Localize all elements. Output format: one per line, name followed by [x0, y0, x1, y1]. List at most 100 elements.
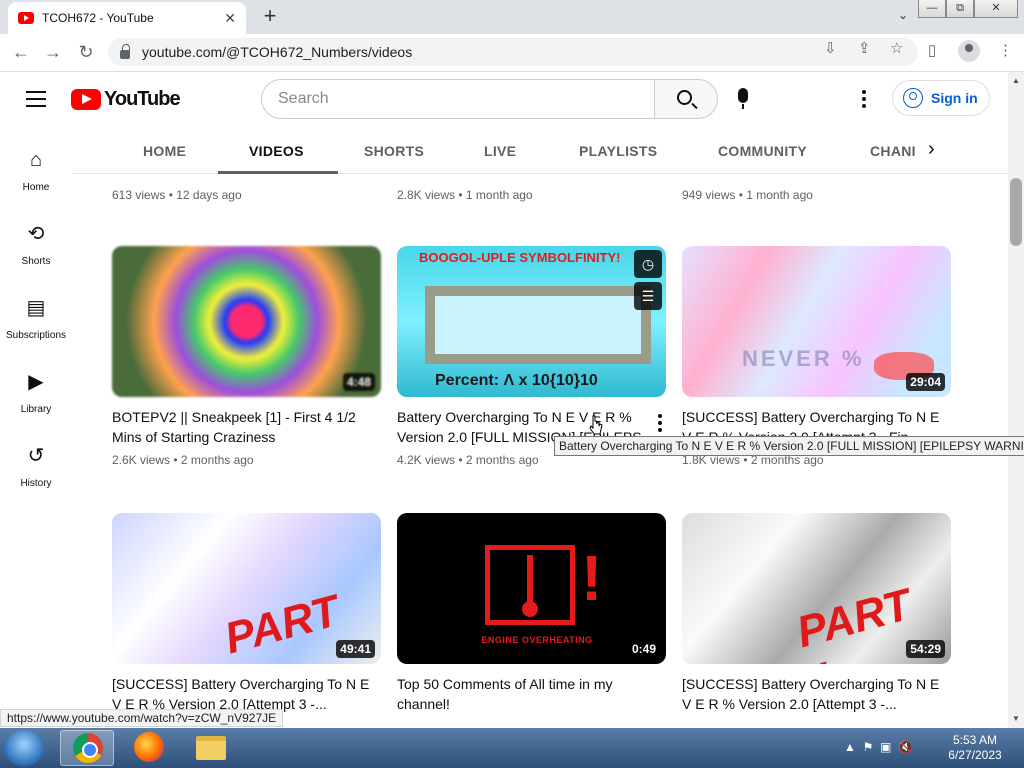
duration-badge: 4:48 [342, 373, 375, 391]
thumbnail-text: BOOGOL-UPLE SYMBOLFINITY! [419, 250, 621, 265]
rail-item-shorts[interactable]: ⟲ Shorts [0, 222, 72, 267]
taskbar-explorer[interactable] [184, 730, 238, 766]
video-thumbnail[interactable]: PART 2 49:41 [112, 513, 381, 664]
close-window-button[interactable]: ✕ [974, 0, 1018, 18]
browser-tabstrip: TCOH672 - YouTube ✕ + ⌄ — ⧉ ✕ [0, 0, 1024, 34]
rail-item-library[interactable]: ▶ Library [0, 370, 72, 415]
page-scrollbar[interactable]: ▲ ▼ [1008, 72, 1024, 728]
reload-icon[interactable]: ↻ [75, 42, 97, 63]
video-thumbnail[interactable]: ! ENGINE OVERHEATING 0:49 [397, 513, 666, 664]
window-controls: — ⧉ ✕ [918, 0, 1018, 18]
tab-close-icon[interactable]: ✕ [224, 10, 236, 27]
video-meta: 2.8K views • 1 month ago [397, 188, 533, 202]
mouse-cursor-icon [589, 415, 603, 435]
scroll-down-icon[interactable]: ▼ [1012, 714, 1020, 723]
guide-rail: ⌂ Home ⟲ Shorts ▤ Subscriptions ▶ Librar… [0, 126, 72, 726]
settings-more-icon[interactable] [862, 90, 866, 111]
youtube-logo[interactable]: YouTube [71, 88, 181, 111]
video-card[interactable]: ! ENGINE OVERHEATING 0:49 Top 50 Comment… [397, 513, 666, 714]
subscriptions-icon: ▤ [26, 297, 46, 319]
rail-label: Home [22, 182, 50, 193]
scrollbar-thumb[interactable] [1010, 178, 1022, 246]
clock-time: 5:53 AM [952, 733, 998, 747]
tab-live[interactable]: LIVE [484, 126, 516, 174]
side-panel-icon[interactable]: ▯ [928, 41, 936, 59]
clock-date: 6/27/2023 [948, 748, 1002, 762]
tab-home[interactable]: HOME [143, 126, 186, 174]
taskbar-chrome[interactable] [60, 730, 114, 766]
restore-button[interactable]: ⧉ [946, 0, 974, 18]
firefox-icon [134, 732, 164, 762]
lock-icon [120, 43, 130, 59]
video-thumbnail[interactable]: PART 1 54:29 [682, 513, 951, 664]
menu-icon[interactable] [26, 91, 46, 107]
video-card[interactable]: BOOGOL-UPLE SYMBOLFINITY! Percent: Λ x 1… [397, 246, 666, 467]
profile-avatar-icon[interactable] [958, 40, 980, 62]
windows-taskbar: ▲ ⚑ ▣ 🔇 5:53 AM 6/27/2023 [0, 728, 1024, 768]
account-icon [903, 88, 923, 108]
forward-arrow-icon[interactable]: → [42, 42, 64, 63]
search-placeholder: Search [278, 90, 329, 107]
search-input[interactable]: Search [261, 79, 655, 119]
chevron-right-icon[interactable]: › [928, 138, 935, 161]
duration-badge: 0:49 [627, 640, 660, 658]
tab-title: TCOH672 - YouTube [42, 11, 154, 25]
install-icon[interactable]: ⇩ [824, 39, 837, 57]
browser-tab[interactable]: TCOH672 - YouTube ✕ [8, 2, 246, 34]
thumbnail-text: NEVER % [742, 346, 865, 371]
scroll-up-icon[interactable]: ▲ [1012, 76, 1020, 85]
rail-label: History [20, 478, 52, 489]
rail-label: Subscriptions [5, 330, 67, 341]
search-button[interactable] [654, 79, 718, 119]
tab-community[interactable]: COMMUNITY [718, 126, 807, 174]
microphone-icon[interactable] [738, 88, 748, 109]
video-thumbnail[interactable]: NEVER % 29:04 [682, 246, 951, 397]
video-thumbnail[interactable]: 4:48 [112, 246, 381, 397]
minimize-button[interactable]: — [918, 0, 946, 18]
sign-in-label: Sign in [931, 90, 978, 106]
watch-later-icon[interactable]: ◷ [634, 250, 662, 278]
video-title[interactable]: [SUCCESS] Battery Overcharging To N E V … [682, 674, 951, 714]
video-title[interactable]: BOTEPV2 || Sneakpeek [1] - First 4 1/2 M… [112, 407, 381, 447]
sign-in-button[interactable]: Sign in [892, 80, 990, 116]
rail-item-history[interactable]: ↺ History [0, 444, 72, 489]
share-icon[interactable]: ⇪ [858, 39, 871, 57]
browser-menu-icon[interactable]: ⋮ [998, 41, 1013, 59]
video-card[interactable]: PART 1 54:29 [SUCCESS] Battery Overcharg… [682, 513, 951, 714]
video-card[interactable]: PART 2 49:41 [SUCCESS] Battery Overcharg… [112, 513, 381, 714]
rail-item-home[interactable]: ⌂ Home [0, 148, 72, 193]
bookmark-star-icon[interactable]: ☆ [890, 39, 903, 57]
tab-search-chevron-icon[interactable]: ⌄ [898, 8, 908, 22]
tab-playlists[interactable]: PLAYLISTS [579, 126, 657, 174]
video-card[interactable]: NEVER % 29:04 [SUCCESS] Battery Overchar… [682, 246, 951, 467]
tray-expand-icon[interactable]: ▲ [844, 740, 856, 754]
tab-shorts[interactable]: SHORTS [364, 126, 424, 174]
video-title[interactable]: Top 50 Comments of All time in my channe… [397, 674, 666, 714]
taskbar-clock[interactable]: 5:53 AM 6/27/2023 [940, 733, 1010, 763]
title-tooltip: Battery Overcharging To N E V E R % Vers… [554, 436, 1024, 456]
system-tray[interactable]: ▲ ⚑ ▣ 🔇 [844, 740, 913, 754]
rail-item-subscriptions[interactable]: ▤ Subscriptions [0, 296, 72, 341]
address-bar[interactable]: youtube.com/@TCOH672_Numbers/videos [108, 38, 918, 66]
video-card[interactable]: 4:48 BOTEPV2 || Sneakpeek [1] - First 4 … [112, 246, 381, 467]
start-button[interactable] [4, 730, 44, 766]
taskbar-firefox[interactable] [122, 730, 176, 766]
add-to-queue-icon[interactable]: ☰ [634, 282, 662, 310]
video-actions-icon[interactable] [658, 414, 662, 435]
rail-label: Library [20, 404, 52, 415]
youtube-header: YouTube Search Sign in [0, 72, 1008, 126]
tab-videos[interactable]: VIDEOS [218, 126, 338, 174]
duration-badge: 49:41 [336, 640, 375, 658]
new-tab-button[interactable]: + [258, 4, 282, 28]
tab-channels[interactable]: CHANI [870, 126, 916, 174]
back-arrow-icon[interactable]: ← [10, 42, 32, 63]
video-thumbnail[interactable]: BOOGOL-UPLE SYMBOLFINITY! Percent: Λ x 1… [397, 246, 666, 397]
video-meta: 949 views • 1 month ago [682, 188, 813, 202]
volume-muted-icon[interactable]: 🔇 [898, 740, 913, 754]
shorts-icon: ⟲ [27, 223, 45, 245]
video-meta: 613 views • 12 days ago [112, 188, 242, 202]
network-icon[interactable]: ▣ [880, 740, 891, 754]
action-center-icon[interactable]: ⚑ [863, 740, 874, 754]
video-title[interactable]: [SUCCESS] Battery Overcharging To N E V … [112, 674, 381, 714]
address-url: youtube.com/@TCOH672_Numbers/videos [142, 44, 413, 60]
